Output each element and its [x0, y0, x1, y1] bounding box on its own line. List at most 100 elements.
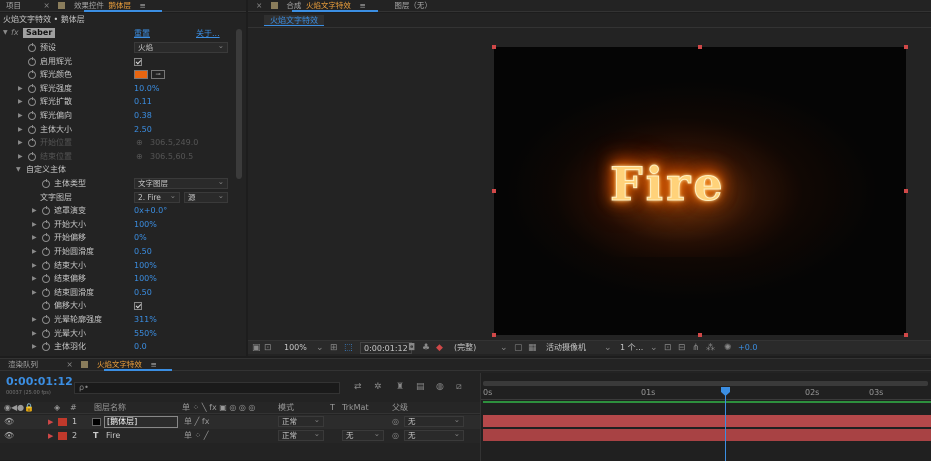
layer-search-input[interactable]: ρ• [74, 382, 340, 394]
flowchart-icon[interactable]: ⁂ [706, 341, 715, 355]
twirl-right-icon[interactable]: ▶ [18, 123, 23, 137]
timeline-graph-area[interactable]: 0s 01s 02s 03s [480, 373, 931, 461]
graph-editor-icon[interactable]: ⧄ [456, 382, 462, 392]
fx-toggle-icon[interactable]: fx [11, 28, 19, 37]
twirl-down-icon[interactable]: ▼ [3, 29, 8, 36]
chevron-down-icon[interactable]: ⌄ [650, 341, 658, 355]
camera-snapshot-icon[interactable]: ◘ [408, 341, 415, 355]
property-value[interactable]: 0.0 [134, 340, 147, 354]
about-button[interactable]: 关于... [196, 28, 220, 39]
fast-previews-icon[interactable]: ⊡ [664, 341, 672, 355]
twirl-right-icon[interactable]: ▶ [32, 204, 37, 218]
layout-icon[interactable]: ⊡ [264, 341, 272, 355]
property-value[interactable]: 0x+0.0° [134, 204, 167, 218]
property-value[interactable]: 100% [134, 218, 157, 232]
label-color-swatch[interactable] [58, 432, 67, 440]
label-color-swatch[interactable] [58, 418, 67, 426]
pickwhip-icon[interactable]: ◎ [392, 415, 399, 429]
property-row[interactable]: 文字图层 2. Fire 源 [0, 191, 236, 205]
layer-switches[interactable]: 单 ╱ fx [184, 415, 209, 429]
timeline-timecode[interactable]: 0:00:01:12 [6, 375, 73, 388]
channel-icon[interactable]: ◆ [436, 341, 443, 355]
stopwatch-icon[interactable] [28, 83, 36, 93]
frame-blending-icon[interactable]: ▤ [416, 382, 425, 392]
chevron-down-icon[interactable]: ⌄ [500, 341, 508, 355]
draft-3d-icon[interactable]: ✲ [374, 382, 382, 392]
property-row[interactable]: ▶ 开始位置 306.5,249.0 ⊕ [0, 136, 236, 150]
property-row[interactable]: ▶ 结束大小 100% [0, 259, 236, 273]
property-dropdown[interactable]: 文字图层 [134, 177, 228, 189]
stopwatch-icon[interactable] [42, 274, 50, 284]
property-row[interactable]: ▶ 辉光偏向 0.38 [0, 109, 236, 123]
stopwatch-icon[interactable] [28, 111, 36, 120]
twirl-right-icon[interactable]: ▶ [18, 150, 23, 164]
property-value[interactable]: 311% [134, 313, 157, 327]
twirl-right-icon[interactable]: ▶ [32, 327, 37, 341]
property-row[interactable]: ▼ 自定义主体 [0, 163, 236, 177]
close-icon[interactable]: × [256, 0, 262, 11]
views-dropdown[interactable]: 1 个... [620, 341, 643, 355]
visibility-eye-icon[interactable]: 👁 [4, 429, 14, 443]
property-checkbox[interactable] [134, 57, 142, 66]
twirl-right-icon[interactable]: ▶ [32, 218, 37, 232]
viewer-subtab[interactable]: 火焰文字特效 [264, 15, 324, 26]
parent-dropdown[interactable]: 无 [404, 429, 464, 441]
exposure-icon[interactable]: ✺ [724, 341, 732, 355]
tab-project[interactable]: 项目 [6, 0, 21, 11]
stopwatch-icon[interactable] [42, 342, 50, 352]
stopwatch-icon[interactable] [28, 43, 36, 52]
twirl-right-icon[interactable]: ▶ [32, 340, 37, 354]
property-value[interactable]: 10.0% [134, 82, 159, 96]
tab-render-queue[interactable]: 渲染队列 [8, 359, 38, 370]
property-value[interactable]: 100% [134, 272, 157, 286]
property-row[interactable]: ▶ 开始圆滑度 0.50 [0, 245, 236, 259]
property-row[interactable]: ▶ 开始偏移 0% [0, 231, 236, 245]
pickwhip-icon[interactable]: ◎ [392, 429, 399, 443]
property-row[interactable]: ▶ 遮罩演变 0x+0.0° [0, 204, 236, 218]
stopwatch-icon[interactable] [42, 233, 50, 243]
layer-switches[interactable]: 单 ⁘ ╱ [184, 429, 209, 443]
stopwatch-icon[interactable] [28, 70, 36, 80]
stopwatch-icon[interactable] [42, 315, 50, 324]
current-time[interactable]: 0:00:01:12 [360, 342, 412, 354]
twirl-right-icon[interactable]: ▶ [32, 231, 37, 245]
mask-visibility-icon[interactable]: ⬚ [344, 341, 353, 355]
layer-row-1[interactable]: 👁 ▶ 1 [鹅体层] 单 ╱ fx 正常 ◎ 无 [0, 415, 480, 429]
property-value[interactable]: 0% [134, 231, 147, 245]
property-row[interactable]: 偏移大小 [0, 299, 236, 313]
twirl-right-icon[interactable]: ▶ [18, 82, 23, 96]
layer-dropdown[interactable]: 2. Fire [134, 191, 180, 203]
eyedropper-icon[interactable]: ⊸ [151, 70, 165, 80]
visibility-eye-icon[interactable]: 👁 [4, 415, 14, 429]
twirl-right-icon[interactable]: ▶ [48, 415, 53, 429]
twirl-right-icon[interactable]: ▶ [32, 272, 37, 286]
twirl-right-icon[interactable]: ▶ [48, 429, 53, 443]
property-row[interactable]: ▶ 开始大小 100% [0, 218, 236, 232]
property-value[interactable]: 2.50 [134, 123, 152, 137]
col-layer-name[interactable]: 图层名称 [94, 402, 126, 414]
property-value[interactable]: 0.38 [134, 109, 152, 123]
stopwatch-icon[interactable] [28, 124, 36, 134]
layer-row-2[interactable]: 👁 ▶ 2 T Fire 单 ⁘ ╱ 正常 无 ◎ 无 [0, 429, 480, 443]
twirl-right-icon[interactable]: ▶ [18, 95, 23, 109]
close-icon[interactable]: × [44, 0, 50, 11]
color-swatch[interactable] [134, 70, 148, 80]
property-row[interactable]: 启用辉光 [0, 55, 236, 69]
property-row[interactable]: 预设 火焰 [0, 41, 236, 55]
twirl-down-icon[interactable]: ▼ [16, 163, 21, 177]
motion-blur-icon[interactable]: ◍ [436, 382, 444, 392]
property-row[interactable]: ▶ 光晕轮廓强度 311% [0, 313, 236, 327]
property-value[interactable]: 100% [134, 259, 157, 273]
twirl-right-icon[interactable]: ▶ [32, 245, 37, 259]
stopwatch-icon[interactable] [42, 219, 50, 229]
show-snapshot-icon[interactable]: ♣ [422, 341, 430, 355]
layer-bar-1[interactable] [483, 415, 931, 427]
twirl-right-icon[interactable]: ▶ [18, 109, 23, 123]
stopwatch-icon[interactable] [42, 301, 50, 311]
time-ruler[interactable]: 0s 01s 02s 03s [481, 387, 931, 400]
twirl-right-icon[interactable]: ▶ [32, 286, 37, 300]
property-row[interactable]: 主体类型 文字图层 [0, 177, 236, 191]
resolution-dropdown[interactable]: (完整) [454, 341, 476, 355]
parent-dropdown[interactable]: 无 [404, 415, 464, 427]
property-row[interactable]: ▶ 结束偏移 100% [0, 272, 236, 286]
